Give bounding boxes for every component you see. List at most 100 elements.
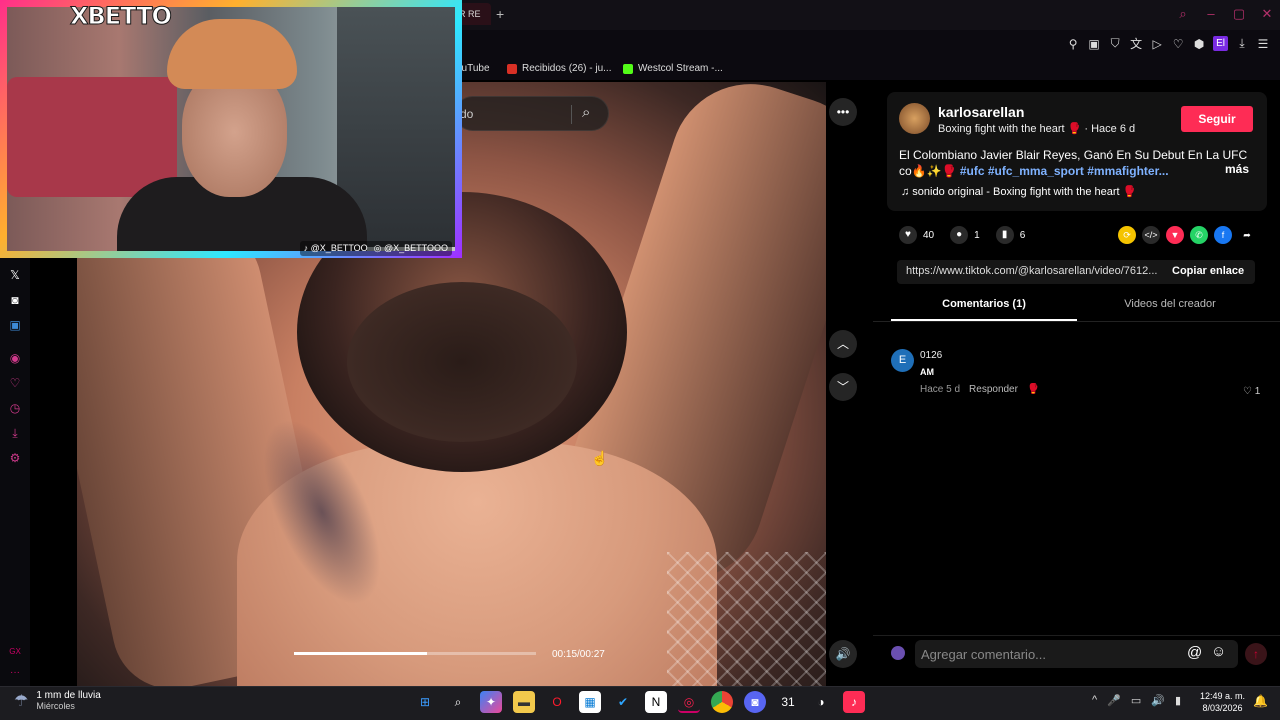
- more-options-button[interactable]: •••: [829, 98, 857, 126]
- store-icon[interactable]: ▦: [579, 691, 601, 713]
- music-info[interactable]: ♫ sonido original - Boxing fight with th…: [901, 185, 1136, 198]
- weather-text: 1 mm de lluvia Miércoles: [36, 690, 100, 711]
- play-icon[interactable]: ▷: [1150, 37, 1164, 51]
- opera-gx-icon[interactable]: ◎: [678, 691, 700, 713]
- settings-icon[interactable]: ⚙: [10, 451, 21, 466]
- repost-icon[interactable]: ⟳: [1118, 226, 1136, 244]
- reply-button[interactable]: Responder: [969, 384, 1018, 395]
- streamer-logo: XBETTO: [70, 2, 173, 31]
- maximize-icon[interactable]: ▢: [1232, 6, 1246, 22]
- next-video-button[interactable]: ﹀: [829, 373, 857, 401]
- heart-icon[interactable]: ♡: [1171, 37, 1185, 51]
- logo-text: BETTO: [87, 2, 172, 31]
- embed-icon[interactable]: </>: [1142, 226, 1160, 244]
- webcam-overlay: XBETTO ♪ @X_BETTOO ◎ @X_BETTOOO: [0, 0, 462, 258]
- extension-toolbar: ⚲ ▣ ⛉ 文 ▷ ♡ ⬢ El ⤓ ☰: [1066, 35, 1270, 52]
- commenter-name[interactable]: 0126: [920, 350, 942, 361]
- discord-icon[interactable]: ◙: [11, 293, 18, 308]
- tab-creator-videos[interactable]: Videos del creador: [1077, 298, 1263, 310]
- send-comment-button[interactable]: ↑: [1245, 643, 1267, 665]
- share-arrow-icon[interactable]: ➦: [1238, 226, 1256, 244]
- facebook-icon[interactable]: f: [1214, 226, 1232, 244]
- tiktok-icon[interactable]: ♪: [843, 691, 865, 713]
- commenter-avatar[interactable]: E: [891, 349, 914, 372]
- battery-icon[interactable]: ▮: [1175, 694, 1181, 707]
- ellipsis-icon: •••: [836, 105, 850, 119]
- history-icon[interactable]: ◷: [10, 401, 20, 416]
- microphone-icon[interactable]: 🎤: [1107, 694, 1121, 707]
- search-input[interactable]: do: [460, 107, 473, 121]
- mention-icon[interactable]: @: [1187, 644, 1202, 661]
- x-icon[interactable]: 𝕏: [10, 268, 20, 283]
- previous-video-button[interactable]: ︿: [829, 330, 857, 358]
- discord-icon[interactable]: ◙: [744, 691, 766, 713]
- gx-label[interactable]: GX: [9, 647, 21, 656]
- emoji-icon[interactable]: ☺: [1211, 643, 1226, 660]
- translate-icon[interactable]: 文: [1129, 35, 1143, 52]
- player-icon[interactable]: ◉: [10, 351, 20, 366]
- todo-icon[interactable]: ✔: [612, 691, 634, 713]
- follow-button[interactable]: Seguir: [1181, 106, 1253, 132]
- snapshot-icon[interactable]: ▣: [1087, 37, 1101, 51]
- file-explorer-icon[interactable]: ▬: [513, 691, 535, 713]
- search-icon[interactable]: ⌕: [1176, 6, 1190, 22]
- author-name[interactable]: karlosarellan: [938, 104, 1024, 120]
- windows-start-icon[interactable]: ⊞: [414, 691, 436, 713]
- video-time: 00:15/00:27: [552, 649, 605, 660]
- network-icon[interactable]: ▭: [1131, 694, 1141, 707]
- video-url[interactable]: https://www.tiktok.com/@karlosarellan/vi…: [906, 265, 1158, 277]
- send-icon[interactable]: ▼: [1166, 226, 1184, 244]
- taskbar-clock[interactable]: 12:49 a. m. 8/03/2026: [1200, 690, 1245, 714]
- more-button[interactable]: más: [1225, 162, 1249, 176]
- search-icon[interactable]: ⌕: [447, 691, 469, 713]
- save-stat[interactable]: ▮ 6: [995, 226, 1025, 244]
- comment-stat[interactable]: ● 1: [950, 226, 980, 244]
- author-subline: Boxing fight with the heart 🥊 · Hace 6 d: [938, 123, 1136, 135]
- calendar-icon[interactable]: 31: [777, 691, 799, 713]
- chevron-up-icon[interactable]: ^: [1092, 694, 1097, 707]
- search-icon[interactable]: ⌕: [582, 104, 590, 121]
- menu-icon[interactable]: ☰: [1256, 37, 1270, 51]
- search-divider: [571, 105, 572, 124]
- more-icon[interactable]: ···: [10, 667, 20, 678]
- extensions-icon[interactable]: ⬢: [1192, 37, 1206, 51]
- shield-icon[interactable]: ⛉: [1108, 36, 1122, 51]
- umbrella-icon: ☂: [14, 692, 29, 710]
- like-count: 40: [923, 229, 935, 241]
- profile-badge[interactable]: El: [1213, 36, 1228, 51]
- chrome-icon[interactable]: [711, 691, 733, 713]
- comment-time: Hace 5 d: [920, 384, 961, 395]
- new-tab-button[interactable]: +: [496, 6, 504, 22]
- mouse-cursor-icon: ☝: [591, 450, 609, 466]
- author-avatar[interactable]: [899, 103, 930, 134]
- heart-icon[interactable]: ♡: [10, 376, 21, 391]
- like-stat[interactable]: ♥ 40: [899, 226, 934, 244]
- download-icon[interactable]: ⤓: [12, 426, 17, 441]
- notification-bell-icon[interactable]: 🔔: [1253, 694, 1268, 708]
- opera-icon[interactable]: O: [546, 691, 568, 713]
- tab-comments[interactable]: Comentarios (1): [891, 298, 1077, 310]
- pin-icon[interactable]: ⚲: [1066, 37, 1080, 51]
- search-box[interactable]: do ⌕: [455, 96, 609, 131]
- weather-widget[interactable]: ☂ 1 mm de lluvia Miércoles: [14, 690, 101, 711]
- bookmark-label: Recibidos (26) - ju...: [522, 63, 612, 74]
- volume-button[interactable]: 🔊: [829, 640, 857, 668]
- copy-link-button[interactable]: Copiar enlace: [1172, 265, 1244, 277]
- comment-like[interactable]: ♡ 1: [1243, 386, 1260, 397]
- webcam-feed: [7, 7, 455, 251]
- download-icon[interactable]: ⤓: [1235, 36, 1249, 51]
- bookmark-gmail[interactable]: Recibidos (26) - ju...: [507, 63, 611, 74]
- engagement-stats: ♥ 40 ● 1 ▮ 6: [899, 226, 1025, 244]
- hashtags[interactable]: #ufc #ufc_mma_sport #mmafighter...: [960, 164, 1169, 178]
- whatsapp-icon[interactable]: ✆: [1190, 226, 1208, 244]
- close-icon[interactable]: ✕: [1260, 6, 1274, 22]
- copilot-icon[interactable]: ✦: [480, 691, 502, 713]
- heart-icon: ♡: [1243, 386, 1252, 397]
- notion-icon[interactable]: N: [645, 691, 667, 713]
- tiktok-handle: ♪ @X_BETTOO: [303, 243, 368, 253]
- bookmark-kick[interactable]: Westcol Stream -...: [623, 63, 723, 74]
- app-icon[interactable]: ▣: [9, 318, 20, 333]
- minimize-icon[interactable]: –: [1204, 6, 1218, 22]
- volume-icon[interactable]: 🔊: [1151, 694, 1165, 707]
- obs-icon[interactable]: ◑: [810, 691, 832, 713]
